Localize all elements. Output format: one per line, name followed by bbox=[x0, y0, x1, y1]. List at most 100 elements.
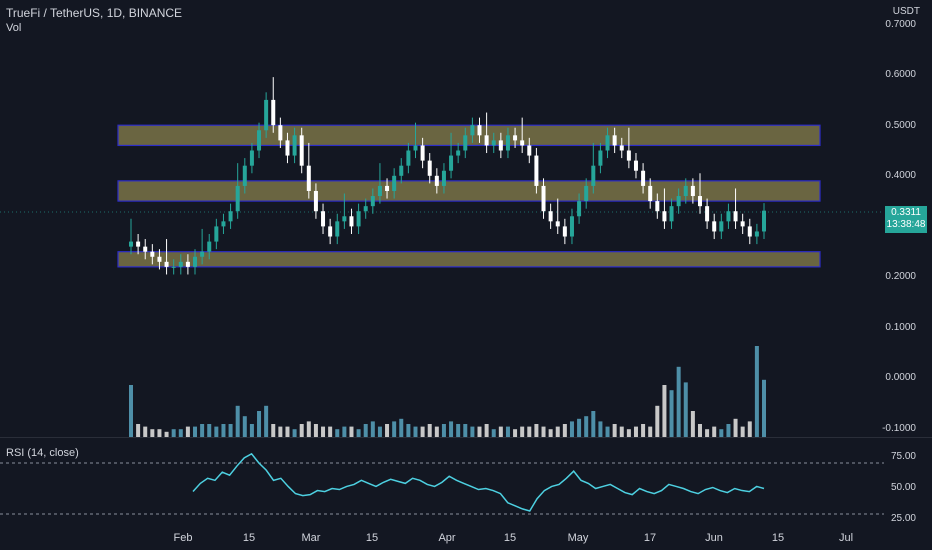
volume-bar bbox=[513, 429, 518, 437]
candle-body bbox=[406, 150, 411, 166]
candle-body bbox=[171, 266, 176, 268]
volume-bar bbox=[527, 426, 532, 437]
candle-body bbox=[541, 185, 546, 212]
volume-bar bbox=[726, 424, 731, 437]
rsi-label: RSI (14, close) bbox=[6, 447, 79, 459]
volume-bar bbox=[669, 390, 674, 437]
last-price-tag: 0.3311 13:38:48 bbox=[885, 206, 927, 233]
candle-body bbox=[420, 145, 425, 161]
volume-bar bbox=[178, 429, 183, 437]
volume-bar bbox=[456, 424, 461, 437]
volume-bar bbox=[349, 426, 354, 437]
candle-body bbox=[619, 145, 624, 151]
time-tick: Mar bbox=[301, 532, 321, 544]
volume-bar bbox=[427, 424, 432, 437]
volume-bar bbox=[207, 424, 212, 437]
volume-bar bbox=[598, 421, 603, 437]
candle-body bbox=[456, 150, 461, 156]
candle-body bbox=[399, 165, 404, 176]
volume-bar bbox=[719, 429, 724, 437]
volume-bar bbox=[484, 424, 489, 437]
candle-body bbox=[200, 251, 205, 257]
candle-body bbox=[577, 201, 582, 217]
support-resistance-zone bbox=[117, 180, 821, 202]
candle-body bbox=[648, 185, 653, 202]
candle-body bbox=[299, 135, 304, 166]
volume-bar bbox=[292, 429, 297, 437]
volume-bar bbox=[470, 426, 475, 437]
candle-body bbox=[306, 165, 311, 191]
volume-bar bbox=[185, 426, 190, 437]
volume-bar bbox=[150, 429, 155, 437]
volume-bar bbox=[321, 426, 326, 437]
volume-bar bbox=[157, 429, 162, 437]
candle-body bbox=[534, 155, 539, 186]
candle-body bbox=[221, 221, 226, 227]
volume-bar bbox=[342, 426, 347, 437]
volume-bar bbox=[214, 426, 219, 437]
candle-body bbox=[605, 135, 610, 151]
candle-body bbox=[157, 256, 162, 262]
price-tick: 0.6000 bbox=[885, 69, 916, 80]
volume-bar bbox=[534, 424, 539, 437]
price-tick: 0.5000 bbox=[885, 120, 916, 131]
volume-bar bbox=[676, 366, 681, 437]
volume-bar bbox=[299, 424, 304, 437]
volume-bar bbox=[257, 411, 262, 437]
candle-body bbox=[392, 175, 397, 191]
candle-body bbox=[463, 135, 468, 151]
volume-bar bbox=[712, 426, 717, 437]
candle-body bbox=[370, 196, 375, 207]
volume-bar bbox=[406, 424, 411, 437]
candle-body bbox=[321, 211, 326, 227]
candle-body bbox=[363, 206, 368, 212]
volume-bar bbox=[562, 424, 567, 437]
volume-bar bbox=[306, 421, 311, 437]
volume-bar bbox=[633, 426, 638, 437]
volume-bar bbox=[235, 405, 240, 437]
candle-body bbox=[754, 231, 759, 237]
volume-bar bbox=[228, 424, 233, 437]
volume-bar bbox=[641, 424, 646, 437]
pane-separator[interactable] bbox=[0, 437, 932, 438]
volume-bar bbox=[449, 421, 454, 437]
candle-body bbox=[697, 196, 702, 207]
volume-bar bbox=[705, 429, 710, 437]
volume-bar bbox=[569, 421, 574, 437]
volume-bar bbox=[754, 346, 759, 437]
candle-body bbox=[470, 125, 475, 136]
rsi-tick: 50.00 bbox=[890, 482, 916, 493]
candle-body bbox=[185, 261, 190, 267]
price-chart[interactable] bbox=[0, 0, 932, 550]
candle-body bbox=[726, 211, 731, 222]
volume-bar bbox=[377, 426, 382, 437]
volume-bar bbox=[626, 429, 631, 437]
volume-bar bbox=[221, 424, 226, 437]
candle-body bbox=[178, 261, 183, 267]
support-resistance-zone bbox=[117, 251, 821, 268]
volume-bar bbox=[740, 426, 745, 437]
candle-body bbox=[548, 211, 553, 222]
price-tick: 0.7000 bbox=[885, 19, 916, 30]
volume-bar bbox=[655, 405, 660, 437]
time-tick: 15 bbox=[771, 532, 785, 544]
candle-body bbox=[612, 135, 617, 146]
volume-bar bbox=[605, 426, 610, 437]
rsi-tick: 75.00 bbox=[890, 451, 916, 462]
volume-bar bbox=[264, 405, 269, 437]
candle-body bbox=[591, 165, 596, 186]
candle-body bbox=[292, 135, 297, 156]
candle-body bbox=[712, 221, 717, 232]
candle-body bbox=[527, 145, 532, 156]
candle-body bbox=[669, 206, 674, 222]
candle-body bbox=[335, 221, 340, 237]
candle-body bbox=[719, 221, 724, 232]
candle-body bbox=[271, 99, 276, 126]
countdown-timer: 13:38:48 bbox=[886, 219, 926, 230]
candle-body bbox=[498, 140, 503, 151]
volume-bar bbox=[385, 424, 390, 437]
candle-body bbox=[136, 241, 141, 247]
candle-body bbox=[434, 175, 439, 186]
candle-body bbox=[762, 210, 766, 232]
volume-bar bbox=[747, 421, 752, 437]
